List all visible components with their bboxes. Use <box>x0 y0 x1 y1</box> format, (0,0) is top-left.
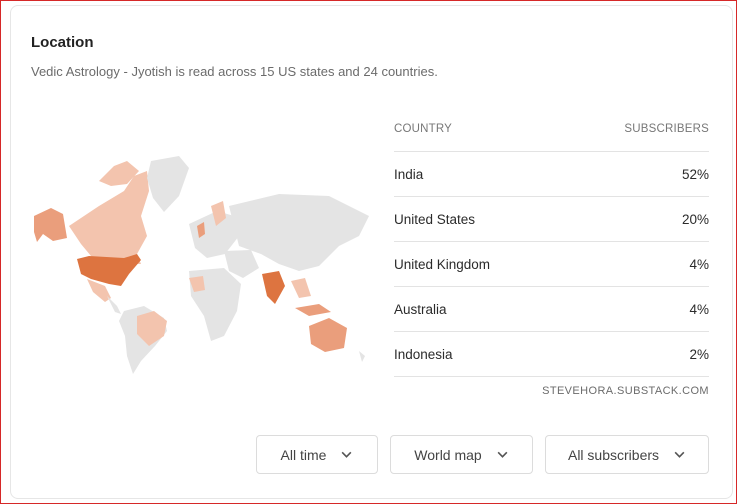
row-share: 4% <box>689 256 709 272</box>
chevron-down-icon <box>342 451 352 458</box>
world-map[interactable] <box>29 146 374 376</box>
map-usa <box>77 254 141 286</box>
map-alaska <box>34 208 67 242</box>
table-header: COUNTRY SUBSCRIBERS <box>394 119 709 152</box>
map-indonesia <box>295 304 331 316</box>
row-country: India <box>394 166 424 182</box>
map-southeast-asia <box>291 278 311 298</box>
card-title: Location <box>31 34 94 51</box>
location-card: Location Vedic Astrology - Jyotish is re… <box>10 5 733 499</box>
map-greenland <box>147 156 189 212</box>
row-country: Indonesia <box>394 346 453 362</box>
view-value: World map <box>414 446 482 463</box>
table-row: United States 20% <box>394 197 709 242</box>
row-share: 52% <box>681 166 709 182</box>
map-north-america <box>69 171 149 268</box>
table-row: United Kingdom 4% <box>394 242 709 287</box>
chevron-down-icon <box>497 451 508 458</box>
subscribers-column-header[interactable]: SUBSCRIBERS <box>624 123 709 151</box>
row-country: United States <box>394 211 476 227</box>
table-row: Indonesia 2% <box>394 332 709 377</box>
audience-value: All subscribers <box>567 446 660 463</box>
time-range-dropdown[interactable]: All time <box>256 435 378 474</box>
chevron-down-icon <box>674 451 685 458</box>
audience-dropdown[interactable]: All subscribers <box>545 435 709 474</box>
map-australia <box>309 318 347 352</box>
row-share: 4% <box>689 301 709 317</box>
table-row: India 52% <box>394 152 709 197</box>
row-country: Australia <box>394 301 447 317</box>
row-share: 20% <box>681 211 709 227</box>
card-subtitle: Vedic Astrology - Jyotish is read across… <box>31 64 438 79</box>
table-row: Australia 4% <box>394 287 709 332</box>
map-new-zealand <box>359 351 365 362</box>
row-share: 2% <box>689 346 709 362</box>
country-column-header[interactable]: COUNTRY <box>394 123 452 151</box>
map-india <box>262 271 285 304</box>
view-dropdown[interactable]: World map <box>390 435 533 474</box>
country-table: COUNTRY SUBSCRIBERS India 52% United Sta… <box>394 119 709 397</box>
row-country: United Kingdom <box>394 256 491 272</box>
source-label: STEVEHORA.SUBSTACK.COM <box>542 385 709 397</box>
time-range-value: All time <box>280 446 327 463</box>
map-central-america <box>107 296 121 314</box>
